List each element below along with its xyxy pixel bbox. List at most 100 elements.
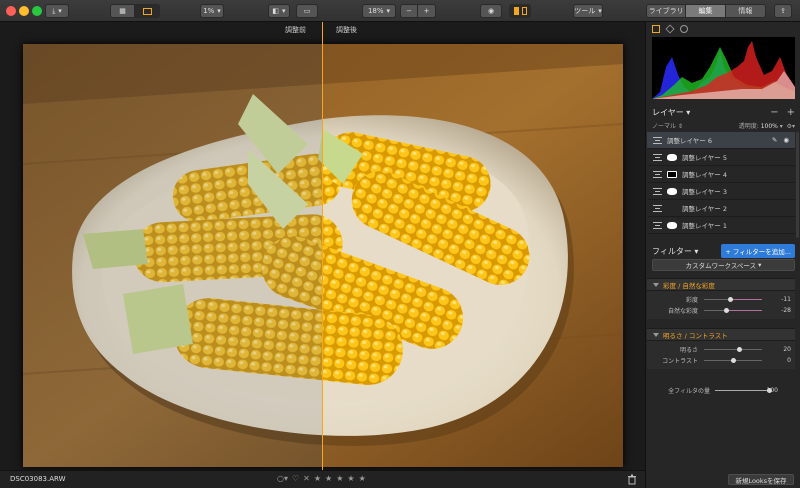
close-window-button[interactable] [6,6,16,16]
zoom-small-label: 1% [203,7,215,15]
filmstrip-toggle-button[interactable]: ▭ [296,4,318,18]
histogram [652,37,795,99]
image-canvas[interactable]: 調整前 調整後 [0,22,645,470]
layer-mask-thumbnail [667,205,677,212]
filter-section-header[interactable]: 彩度 / 自然な彩度 [647,278,795,291]
layer-item[interactable]: 調整レイヤー 3 [647,183,795,200]
compare-split-button[interactable] [509,4,531,18]
add-layer-button[interactable]: + [787,107,795,118]
slider-track [715,387,772,393]
slider-knob[interactable] [737,347,742,352]
image-icon[interactable] [652,25,660,33]
slider-value[interactable]: -28 [781,307,791,314]
slider-label: 全フィルタの量 [668,387,710,395]
slider-label: 明るさ [679,347,698,354]
grid-view-button[interactable]: ▦ [111,5,136,17]
layer-list-scrollbar[interactable] [796,132,799,238]
layer-list: 調整レイヤー 6 ✎ ◉ 調整レイヤー 5 調整レイヤー 4 調整レイヤー 3 調… [647,132,795,234]
preview-toggle-button[interactable]: ◉ [480,4,502,18]
sidebar-toggle-button[interactable]: ◧ ▾ [268,4,290,18]
share-icon: ⇪ [780,7,786,15]
blend-mode-select[interactable]: ノーマル ⇕ [652,121,683,130]
slider-value[interactable]: -11 [781,296,791,303]
layer-item[interactable]: 調整レイヤー 4 [647,166,795,183]
compare-split-handle[interactable] [322,22,323,470]
visibility-eye-icon[interactable]: ◉ [783,136,789,144]
favorite-icon[interactable]: ♡ [292,474,299,483]
adjustment-layer-icon [653,170,662,178]
layer-item[interactable]: 調整レイヤー 5 [647,149,795,166]
zoom-in-button[interactable]: + [418,5,435,17]
history-icon[interactable] [680,25,688,33]
split-left-icon [513,7,519,15]
contrast-slider[interactable]: コントラスト 0 [647,355,795,366]
tab-library[interactable]: ライブラリ [647,5,687,17]
single-view-button[interactable] [135,5,159,17]
slider-knob[interactable] [731,358,736,363]
layer-item[interactable]: 調整レイヤー 6 ✎ ◉ [647,132,795,149]
star-3[interactable]: ★ [336,474,343,483]
save-looks-button[interactable]: 新規Looksを保存 [728,474,794,485]
blend-row: ノーマル ⇕ 透明度: 100% ▾ ⚙▾ [652,121,795,130]
slider-track [704,297,762,302]
saturation-slider[interactable]: 彩度 -11 [647,294,795,305]
trash-icon[interactable] [627,474,637,485]
star-5[interactable]: ★ [359,474,366,483]
star-4[interactable]: ★ [347,474,354,483]
panel-tabs [652,24,688,34]
filmstrip-icon: ▭ [303,7,311,15]
minimize-window-button[interactable] [19,6,29,16]
layer-mask-thumbnail [667,221,677,229]
before-label: 調整前 [285,26,306,34]
tab-info[interactable]: 情報 [725,5,765,17]
layer-actions: − + [770,107,795,118]
opacity-control[interactable]: 透明度: 100% ▾ ⚙▾ [739,121,795,130]
mode-tabs: ライブラリ 編集 情報 [646,4,766,18]
slider-value[interactable]: 20 [783,346,791,353]
adjustment-layer-icon [653,153,662,161]
adjustment-layer-icon [653,204,662,212]
layers-icon[interactable] [665,24,675,34]
layers-header: レイヤー ▾ − + [652,106,795,118]
layer-item[interactable]: 調整レイヤー 2 [647,200,795,217]
zoom-out-button[interactable]: − [401,5,419,17]
after-label: 調整後 [336,26,357,34]
filter-section-brightness: 明るさ / コントラスト 明るさ 20 コントラスト 0 [647,328,795,369]
reject-icon[interactable]: ✕ [303,474,310,483]
import-button[interactable]: ⤓ ▾ [45,4,69,18]
zoom-select[interactable]: 18% ▾ [362,4,396,18]
remove-layer-button[interactable]: − [770,107,778,118]
color-label-icon[interactable]: ○▾ [277,474,288,483]
filter-section-header[interactable]: 明るさ / コントラスト [647,328,795,341]
brightness-slider[interactable]: 明るさ 20 [647,344,795,355]
download-icon: ⤓ [52,6,56,15]
tools-menu[interactable]: ツール ▾ [573,4,603,18]
slider-track [704,358,762,363]
brush-icon[interactable]: ✎ [772,136,777,144]
side-panel: レイヤー ▾ − + ノーマル ⇕ 透明度: 100% ▾ ⚙▾ 調整レイヤー … [645,22,800,488]
star-2[interactable]: ★ [325,474,332,483]
chevron-down-icon: ▾ [217,7,221,15]
vibrance-slider[interactable]: 自然な彩度 -28 [647,305,795,316]
layer-name: 調整レイヤー 2 [682,205,728,213]
slider-label: 彩度 [685,297,698,304]
star-1[interactable]: ★ [314,474,321,483]
adjustment-layer-icon [653,136,662,144]
tab-edit[interactable]: 編集 [686,5,726,17]
filters-title[interactable]: フィルター ▾ [652,246,698,257]
slider-label: 自然な彩度 [667,308,698,315]
layer-mask-thumbnail [667,153,677,161]
add-filter-button[interactable]: + フィルターを追加... [721,244,795,258]
layer-name: 調整レイヤー 6 [667,137,713,145]
slider-value[interactable]: 100 [767,387,778,394]
layer-name: 調整レイヤー 5 [682,154,728,162]
photo-before [23,44,323,467]
overall-amount-slider[interactable]: 全フィルタの量 100 [647,384,795,396]
slider-value[interactable]: 0 [787,357,791,364]
share-button[interactable]: ⇪ [774,4,792,18]
zoom-window-button[interactable] [32,6,42,16]
layers-title[interactable]: レイヤー ▾ [652,107,690,118]
layer-item[interactable]: 調整レイヤー 1 [647,217,795,234]
workspace-select[interactable]: カスタムワークスペース ▾ [652,259,795,271]
zoom-small-select[interactable]: 1% ▾ [200,4,224,18]
